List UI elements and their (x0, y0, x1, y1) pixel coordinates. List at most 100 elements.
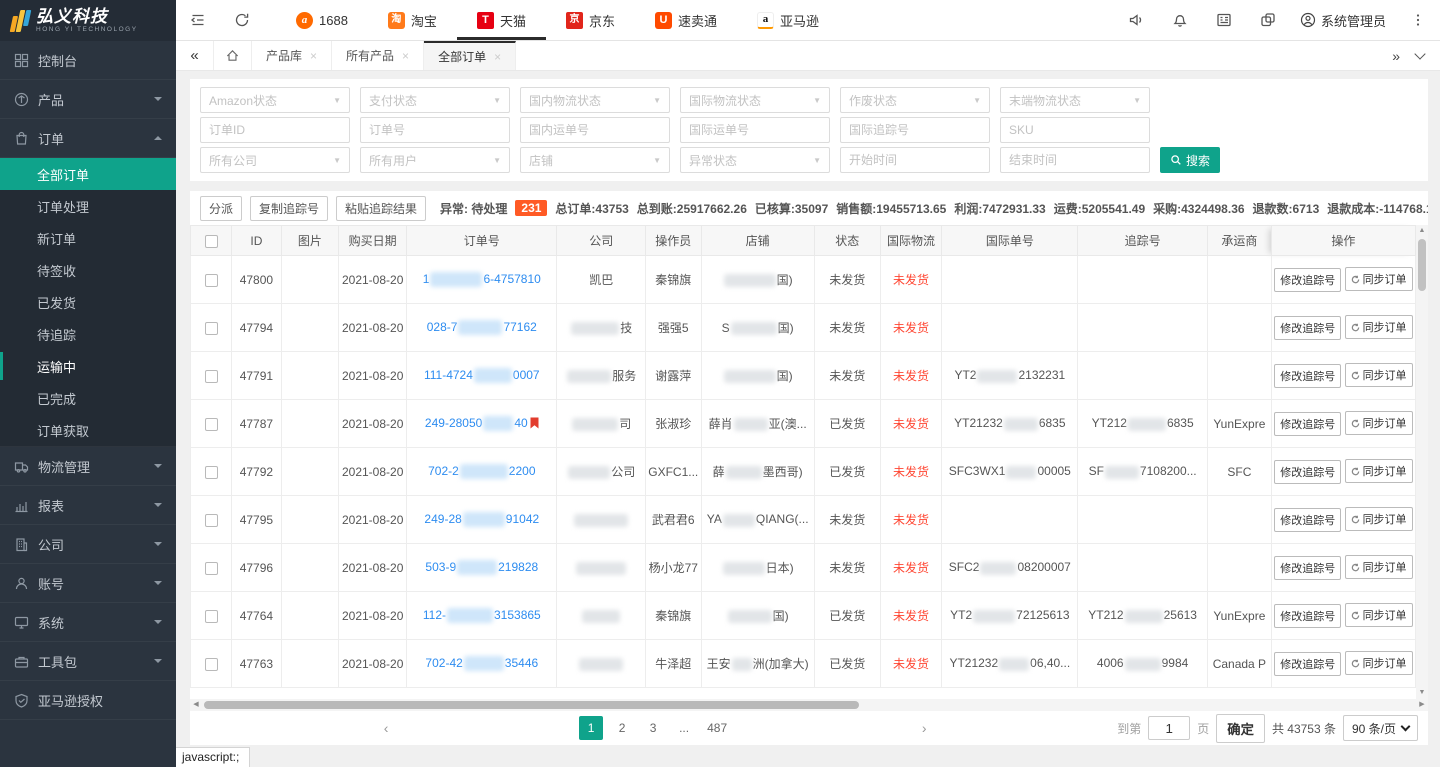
row-checkbox[interactable] (205, 466, 218, 479)
sidebar-item-new-orders[interactable]: 新订单 (0, 222, 176, 254)
sidebar-item-order-processing[interactable]: 订单处理 (0, 190, 176, 222)
order-id-input[interactable] (200, 117, 350, 143)
row-checkbox[interactable] (205, 610, 218, 623)
edit-tracking-button[interactable]: 修改追踪号 (1274, 460, 1341, 484)
order-number-link[interactable]: 249-2805040 (425, 416, 528, 430)
sidebar-item-completed[interactable]: 已完成 (0, 382, 176, 414)
tab-product-library[interactable]: 产品库× (252, 41, 332, 70)
scroll-left-icon[interactable]: ◀ (190, 699, 202, 711)
sidebar-item-logistics[interactable]: 物流管理 (0, 447, 176, 486)
sidebar-item-order-fetch[interactable]: 订单获取 (0, 414, 176, 446)
start-time-input[interactable] (840, 147, 990, 173)
sync-order-button[interactable]: 同步订单 (1345, 651, 1413, 675)
page-button-2[interactable]: 2 (610, 716, 634, 740)
scroll-up-icon[interactable]: ▲ (1416, 225, 1428, 237)
row-checkbox[interactable] (205, 370, 218, 383)
select-lastmile-status[interactable]: 末端物流状态▼ (1000, 87, 1150, 113)
sidebar-item-all-orders[interactable]: 全部订单 (0, 158, 176, 190)
edit-tracking-button[interactable]: 修改追踪号 (1274, 652, 1341, 676)
edit-tracking-button[interactable]: 修改追踪号 (1274, 316, 1341, 340)
sidebar-item-orders[interactable]: 订单 (0, 119, 176, 158)
tabs-scroll-left-button[interactable]: « (176, 41, 214, 70)
order-number-link[interactable]: 702-22200 (428, 464, 535, 478)
sidebar-item-to-track[interactable]: 待追踪 (0, 318, 176, 350)
page-button-1[interactable]: 1 (579, 716, 603, 740)
select-payment-status[interactable]: 支付状态▼ (360, 87, 510, 113)
sidebar-item-system[interactable]: 系统 (0, 603, 176, 642)
sidebar-item-reports[interactable]: 报表 (0, 486, 176, 525)
order-number-link[interactable]: 16-4757810 (423, 272, 541, 286)
goto-confirm-button[interactable]: 确定 (1216, 714, 1265, 743)
sidebar-collapse-button[interactable] (176, 0, 220, 40)
close-icon[interactable]: × (494, 50, 501, 64)
sidebar-item-shipped[interactable]: 已发货 (0, 286, 176, 318)
close-icon[interactable]: × (402, 49, 409, 63)
tab-amazon[interactable]: a 亚马逊 (737, 0, 839, 40)
tab-jd[interactable]: 京 京东 (546, 0, 635, 40)
refresh-button[interactable] (220, 0, 264, 40)
row-checkbox[interactable] (205, 274, 218, 287)
sync-order-button[interactable]: 同步订单 (1345, 411, 1413, 435)
intl-waybill-input[interactable] (680, 117, 830, 143)
sidebar-item-products[interactable]: 产品 (0, 80, 176, 119)
scroll-right-icon[interactable]: ▶ (1416, 699, 1428, 711)
row-checkbox[interactable] (205, 562, 218, 575)
page-button-last[interactable]: 487 (703, 716, 731, 740)
goto-page-input[interactable] (1148, 716, 1190, 740)
next-page-button[interactable]: › (738, 716, 1110, 740)
tabs-scroll-right-button[interactable]: » (1392, 48, 1400, 64)
sku-input[interactable] (1000, 117, 1150, 143)
sync-order-button[interactable]: 同步订单 (1345, 363, 1413, 387)
select-void-status[interactable]: 作废状态▼ (840, 87, 990, 113)
row-checkbox[interactable] (205, 418, 218, 431)
row-checkbox[interactable] (205, 514, 218, 527)
tabs-list-dropdown-button[interactable] (1414, 48, 1425, 59)
sync-order-button[interactable]: 同步订单 (1345, 315, 1413, 339)
home-tab-button[interactable] (214, 41, 252, 70)
sync-order-button[interactable]: 同步订单 (1345, 603, 1413, 627)
end-time-input[interactable] (1000, 147, 1150, 173)
edit-tracking-button[interactable]: 修改追踪号 (1274, 556, 1341, 580)
tab-aliexpress[interactable]: U 速卖通 (635, 0, 737, 40)
horizontal-scrollbar[interactable]: ◀ ▶ (190, 699, 1428, 711)
select-intl-logistics-status[interactable]: 国际物流状态▼ (680, 87, 830, 113)
sidebar-item-company[interactable]: 公司 (0, 525, 176, 564)
copy-tracking-button[interactable]: 复制追踪号 (250, 196, 328, 221)
edit-tracking-button[interactable]: 修改追踪号 (1274, 412, 1341, 436)
order-number-link[interactable]: 111-47240007 (424, 368, 540, 382)
sidebar-item-in-transit[interactable]: 运输中 (0, 350, 176, 382)
intl-tracking-input[interactable] (840, 117, 990, 143)
sync-order-button[interactable]: 同步订单 (1345, 507, 1413, 531)
tab-all-orders[interactable]: 全部订单× (424, 41, 516, 70)
select-domestic-logistics-status[interactable]: 国内物流状态▼ (520, 87, 670, 113)
apps-button[interactable] (1202, 0, 1246, 40)
row-checkbox[interactable] (205, 658, 218, 671)
sidebar-item-dashboard[interactable]: 控制台 (0, 41, 176, 80)
order-number-link[interactable]: 702-4235446 (425, 656, 538, 670)
edit-tracking-button[interactable]: 修改追踪号 (1274, 604, 1341, 628)
tab-tmall[interactable]: T 天猫 (457, 0, 546, 40)
row-checkbox[interactable] (205, 322, 218, 335)
paste-tracking-button[interactable]: 粘贴追踪结果 (336, 196, 426, 221)
order-number-link[interactable]: 249-2891042 (424, 512, 539, 526)
vertical-scrollbar[interactable]: ▲ ▼ (1416, 225, 1428, 699)
sidebar-item-amazon-auth[interactable]: 亚马逊授权 (0, 681, 176, 720)
tab-all-products[interactable]: 所有产品× (332, 41, 424, 70)
sidebar-item-accounts[interactable]: 账号 (0, 564, 176, 603)
sidebar-item-pending-receipt[interactable]: 待签收 (0, 254, 176, 286)
edit-tracking-button[interactable]: 修改追踪号 (1274, 268, 1341, 292)
dispatch-button[interactable]: 分派 (200, 196, 242, 221)
domestic-waybill-input[interactable] (520, 117, 670, 143)
notifications-button[interactable] (1158, 0, 1202, 40)
sync-order-button[interactable]: 同步订单 (1345, 267, 1413, 291)
edit-tracking-button[interactable]: 修改追踪号 (1274, 364, 1341, 388)
close-icon[interactable]: × (310, 49, 317, 63)
more-menu-button[interactable] (1396, 0, 1440, 40)
tab-taobao[interactable]: 淘 淘宝 (368, 0, 457, 40)
tab-1688[interactable]: a 1688 (276, 0, 368, 40)
user-menu[interactable]: 系统管理员 (1290, 11, 1396, 30)
select-company[interactable]: 所有公司▼ (200, 147, 350, 173)
select-shop[interactable]: 店铺▼ (520, 147, 670, 173)
select-exception-status[interactable]: 异常状态▼ (680, 147, 830, 173)
search-button[interactable]: 搜索 (1160, 147, 1220, 173)
